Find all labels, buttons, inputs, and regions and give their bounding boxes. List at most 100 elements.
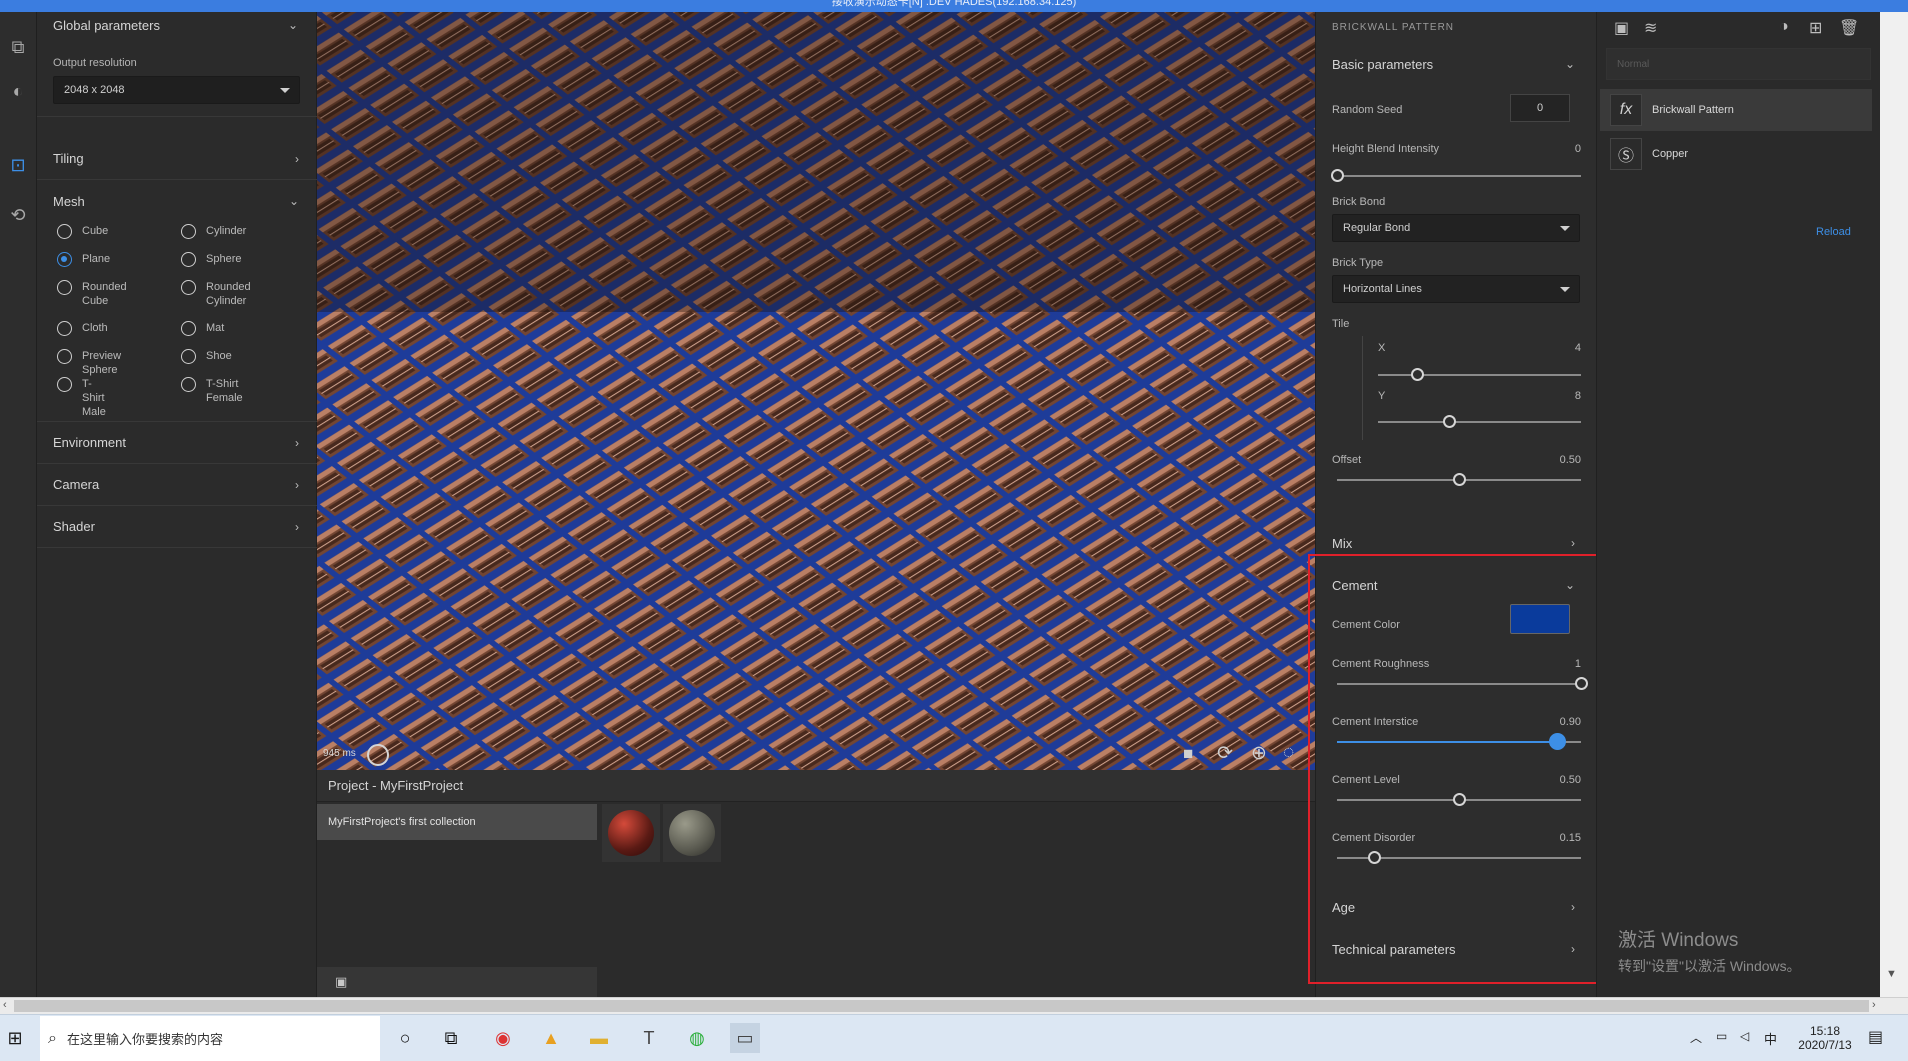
- tile-x-slider[interactable]: [1378, 368, 1581, 381]
- mix-header[interactable]: Mix ›: [1316, 522, 1597, 564]
- remote-desktop-icon[interactable]: ▭: [730, 1023, 760, 1053]
- library-icon[interactable]: ⧉: [5, 34, 31, 60]
- mesh-option-preview-sphere[interactable]: Preview Sphere: [57, 349, 121, 377]
- cortana-icon[interactable]: ○: [390, 1023, 420, 1053]
- mesh-option-plane[interactable]: Plane: [57, 252, 110, 267]
- start-icon[interactable]: ⊞: [0, 1023, 30, 1053]
- mesh-option-mat[interactable]: Mat: [181, 321, 224, 336]
- height-blend-slider[interactable]: [1331, 169, 1581, 182]
- 3d-viewport[interactable]: 945 ms ■ ⟳ ⊕ ◌: [317, 12, 1315, 770]
- clock[interactable]: 15:18 2020/7/13: [1795, 1024, 1855, 1052]
- add-folder-icon[interactable]: ▣: [335, 974, 347, 990]
- ime-indicator[interactable]: 中: [1764, 1029, 1777, 1048]
- volume-icon[interactable]: ◁: [1740, 1029, 1749, 1043]
- chevron-right-icon: ›: [1571, 942, 1575, 956]
- camera-icon[interactable]: ■: [1183, 744, 1193, 764]
- cement-color-swatch[interactable]: [1510, 604, 1570, 634]
- slider-knob[interactable]: [1453, 793, 1466, 806]
- layer-copper[interactable]: Ⓢ Copper: [1600, 133, 1872, 175]
- cement-disorder-value: 0.15: [1559, 832, 1581, 844]
- save-icon[interactable]: ▣: [1614, 18, 1629, 38]
- vertical-scrollbar[interactable]: ▼: [1880, 12, 1908, 997]
- app-icon[interactable]: ▲: [536, 1023, 566, 1053]
- tray-up-arrow-icon[interactable]: ︿: [1690, 1029, 1702, 1046]
- mesh-option-tshirt-female[interactable]: T-Shirt Female: [181, 377, 243, 405]
- chrome-icon[interactable]: ◉: [488, 1023, 518, 1053]
- slider-knob[interactable]: [1453, 473, 1466, 486]
- slider-knob[interactable]: [1411, 368, 1424, 381]
- blend-mode-select[interactable]: Normal: [1606, 48, 1871, 80]
- camera-header[interactable]: Camera ›: [37, 464, 317, 506]
- scroll-right-arrow-icon[interactable]: ›: [1872, 999, 1876, 1011]
- offset-slider[interactable]: [1337, 473, 1581, 486]
- rotate-icon[interactable]: ⟳: [1217, 742, 1233, 765]
- material-thumbnail[interactable]: [663, 804, 721, 862]
- tile-x-row: X 4: [1378, 342, 1581, 354]
- output-resolution-value: 2048 x 2048: [64, 84, 125, 96]
- reload-link[interactable]: Reload: [1816, 226, 1851, 238]
- notification-icon[interactable]: ▤: [1868, 1027, 1883, 1047]
- environment-header[interactable]: Environment ›: [37, 422, 317, 464]
- slider-knob[interactable]: [1368, 851, 1381, 864]
- mask-icon[interactable]: ◑: [1779, 18, 1789, 36]
- reset-view-icon[interactable]: ◌: [1283, 742, 1294, 764]
- cement-interstice-slider[interactable]: [1337, 733, 1581, 750]
- add-layer-icon[interactable]: ⊞: [1809, 18, 1822, 38]
- mesh-option-rounded-cube[interactable]: Rounded Cube: [57, 280, 127, 308]
- shader-header[interactable]: Shader ›: [37, 506, 317, 548]
- brick-type-select[interactable]: Horizontal Lines: [1332, 275, 1580, 303]
- tiling-header[interactable]: Tiling ›: [37, 138, 317, 180]
- layers-settings-icon[interactable]: ≋: [1644, 18, 1657, 38]
- project-title: Project - MyFirstProject: [317, 770, 1315, 802]
- clock-date: 2020/7/13: [1798, 1038, 1852, 1052]
- cement-level-slider[interactable]: [1337, 793, 1581, 806]
- brick-bond-value: Regular Bond: [1343, 222, 1411, 234]
- brick-bond-label: Brick Bond: [1332, 196, 1386, 208]
- tile-y-slider[interactable]: [1378, 415, 1581, 428]
- task-view-icon[interactable]: ⧉: [436, 1023, 466, 1053]
- material-icon[interactable]: ◐: [5, 78, 31, 104]
- material-thumbnail[interactable]: [602, 804, 660, 862]
- brick-bond-select[interactable]: Regular Bond: [1332, 214, 1580, 242]
- network-icon[interactable]: ▭: [1716, 1029, 1727, 1043]
- technical-parameters-header[interactable]: Technical parameters ›: [1316, 928, 1597, 970]
- taskbar-search[interactable]: ⌕ 在这里输入你要搜索的内容: [40, 1016, 380, 1061]
- text-editor-icon[interactable]: T: [634, 1023, 664, 1053]
- slider-knob[interactable]: [1331, 169, 1344, 182]
- slider-knob[interactable]: [1575, 677, 1588, 690]
- layer-brickwall-pattern[interactable]: fx Brickwall Pattern: [1600, 89, 1872, 131]
- collection-item[interactable]: MyFirstProject's first collection: [317, 804, 597, 840]
- horizontal-scrollbar[interactable]: ‹ ›: [0, 997, 1908, 1014]
- global-parameters-header[interactable]: Global parameters ⌄: [37, 12, 316, 38]
- output-resolution-select[interactable]: 2048 x 2048: [53, 76, 300, 104]
- random-seed-input[interactable]: 0: [1510, 94, 1570, 122]
- wechat-icon[interactable]: ◍: [682, 1023, 712, 1053]
- cement-header[interactable]: Cement ⌄: [1316, 564, 1597, 606]
- scroll-down-arrow-icon[interactable]: ▼: [1886, 968, 1897, 980]
- cement-roughness-slider[interactable]: [1337, 677, 1588, 690]
- file-explorer-icon[interactable]: ▬: [584, 1023, 614, 1053]
- target-icon[interactable]: ⊕: [1251, 742, 1267, 765]
- mesh-option-tshirt-male[interactable]: T-Shirt Male: [57, 377, 106, 419]
- viewport-settings-icon[interactable]: ⊡: [5, 152, 31, 178]
- dropdown-arrow-icon: [280, 88, 290, 93]
- delete-icon[interactable]: 🗑: [1839, 18, 1859, 38]
- scroll-left-arrow-icon[interactable]: ‹: [3, 999, 7, 1011]
- chevron-right-icon: ›: [1571, 900, 1575, 914]
- mesh-option-cylinder[interactable]: Cylinder: [181, 224, 246, 239]
- cement-disorder-slider[interactable]: [1337, 851, 1581, 864]
- mesh-option-cloth[interactable]: Cloth: [57, 321, 108, 336]
- mesh-option-shoe[interactable]: Shoe: [181, 349, 232, 364]
- age-header[interactable]: Age ›: [1316, 886, 1597, 928]
- mesh-header[interactable]: Mesh ⌄: [37, 180, 317, 222]
- mesh-option-sphere[interactable]: Sphere: [181, 252, 241, 267]
- basic-parameters-header[interactable]: Basic parameters ⌄: [1316, 43, 1597, 85]
- slider-knob[interactable]: [1443, 415, 1456, 428]
- mesh-option-cube[interactable]: Cube: [57, 224, 108, 239]
- mesh-option-rounded-cylinder[interactable]: Rounded Cylinder: [181, 280, 261, 308]
- export-icon[interactable]: ⟲: [5, 202, 31, 228]
- slider-knob[interactable]: [1549, 733, 1566, 750]
- viewport-render: [317, 12, 1315, 770]
- scroll-thumb[interactable]: [14, 1000, 1869, 1012]
- chevron-right-icon: ›: [295, 477, 299, 492]
